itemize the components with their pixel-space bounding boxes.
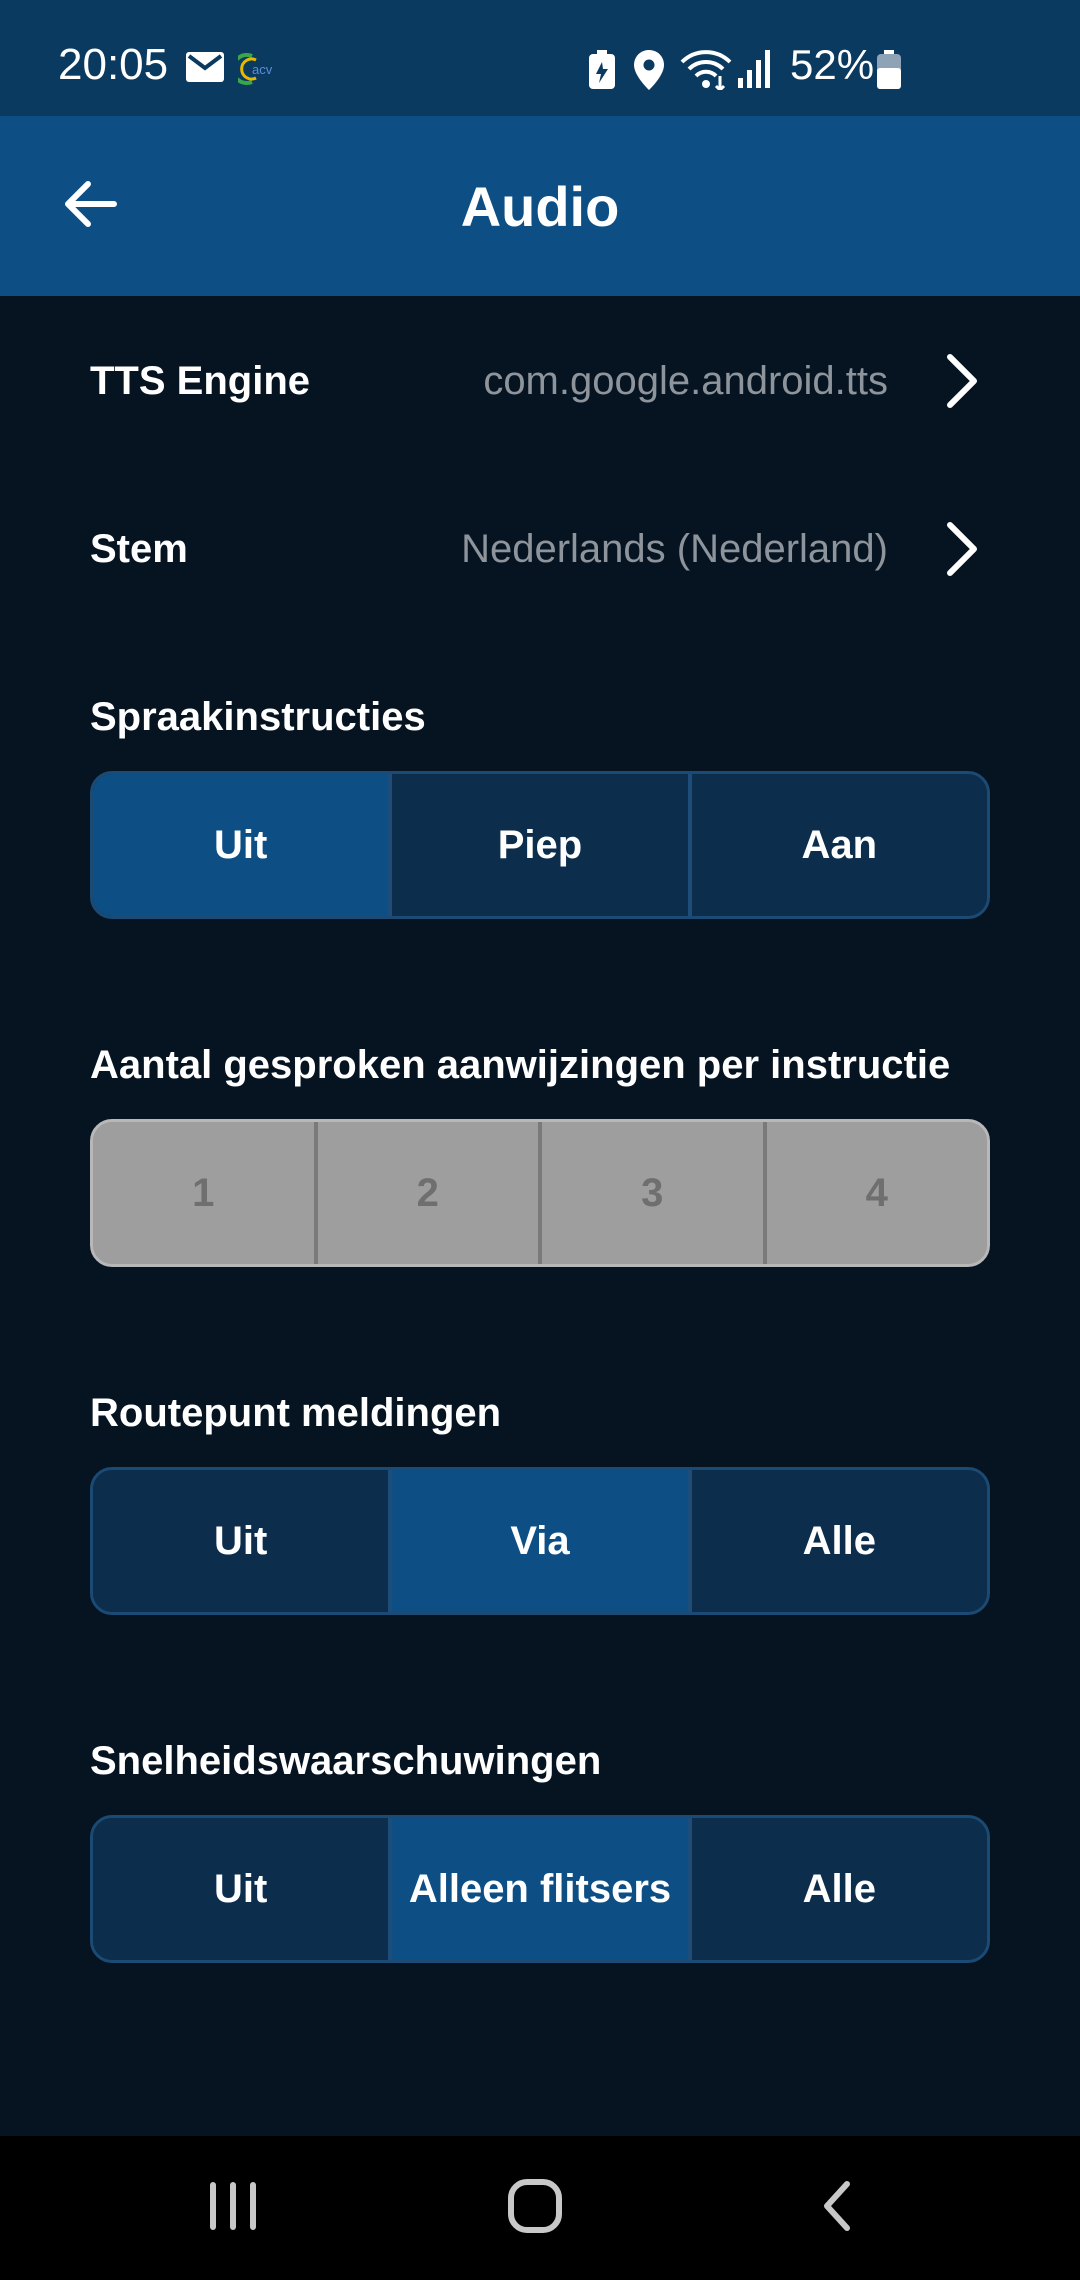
- tts-engine-row[interactable]: TTS Engine com.google.android.tts: [90, 316, 990, 446]
- waypoint-option-via[interactable]: Via: [388, 1470, 688, 1612]
- battery-icon: [876, 50, 902, 95]
- voice-instructions-option-on[interactable]: Aan: [687, 774, 987, 916]
- waypoint-option-all[interactable]: Alle: [687, 1470, 987, 1612]
- svg-text:acv: acv: [252, 62, 273, 77]
- voice-row[interactable]: Stem Nederlands (Nederland): [90, 484, 990, 614]
- speed-warnings-option-cameras-only[interactable]: Alleen flitsers: [388, 1818, 688, 1960]
- speed-warnings-option-all[interactable]: Alle: [687, 1818, 987, 1960]
- recent-apps-button[interactable]: [173, 2158, 293, 2258]
- back-icon: [817, 2178, 857, 2239]
- chevron-right-icon: [930, 519, 990, 579]
- system-back-button[interactable]: [777, 2158, 897, 2258]
- home-icon: [507, 2178, 563, 2239]
- signal-icon: [738, 50, 774, 93]
- waypoint-notifications-selector: Uit Via Alle: [90, 1467, 990, 1615]
- acv-app-icon: acv: [230, 52, 282, 91]
- arrow-left-icon: [62, 180, 118, 233]
- speed-warnings-title: Snelheidswaarschuwingen: [90, 1739, 602, 1783]
- spoken-count-title: Aantal gesproken aanwijzingen per instru…: [90, 1043, 951, 1087]
- spoken-count-option-3: 3: [538, 1122, 763, 1264]
- system-nav-bar: [0, 2136, 1080, 2280]
- wifi-icon: [680, 48, 732, 95]
- recent-apps-icon: [208, 2178, 258, 2239]
- spoken-count-selector: 1 2 3 4: [90, 1119, 990, 1267]
- spoken-count-option-4: 4: [762, 1122, 987, 1264]
- chevron-right-icon: [930, 351, 990, 411]
- voice-instructions-option-beep[interactable]: Piep: [388, 774, 688, 916]
- voice-instructions-option-off[interactable]: Uit: [93, 774, 389, 916]
- mail-icon: [186, 52, 224, 87]
- audio-settings-screen: 20:05 acv 52% Audio TTS Engine com.googl…: [0, 0, 1080, 2280]
- waypoint-option-off[interactable]: Uit: [93, 1470, 389, 1612]
- speed-warnings-option-off[interactable]: Uit: [93, 1818, 389, 1960]
- waypoint-notifications-title: Routepunt meldingen: [90, 1391, 502, 1435]
- tts-engine-value: com.google.android.tts: [483, 358, 888, 403]
- page-title: Audio: [460, 174, 620, 238]
- status-time: 20:05: [58, 40, 169, 89]
- spoken-count-option-2: 2: [313, 1122, 538, 1264]
- voice-instructions-title: Spraakinstructies: [90, 695, 426, 739]
- battery-percent: 52%: [790, 41, 875, 88]
- app-bar: Audio: [0, 116, 1080, 296]
- home-button[interactable]: [475, 2158, 595, 2258]
- spoken-count-option-1: 1: [93, 1122, 314, 1264]
- voice-value: Nederlands (Nederland): [461, 526, 888, 571]
- status-bar: 20:05 acv 52%: [0, 0, 1080, 116]
- battery-saver-icon: [588, 50, 616, 95]
- speed-warnings-selector: Uit Alleen flitsers Alle: [90, 1815, 990, 1963]
- voice-label: Stem: [90, 526, 188, 571]
- tts-engine-label: TTS Engine: [90, 358, 310, 403]
- location-icon: [634, 50, 664, 95]
- voice-instructions-selector: Uit Piep Aan: [90, 771, 990, 919]
- back-button[interactable]: [40, 156, 140, 256]
